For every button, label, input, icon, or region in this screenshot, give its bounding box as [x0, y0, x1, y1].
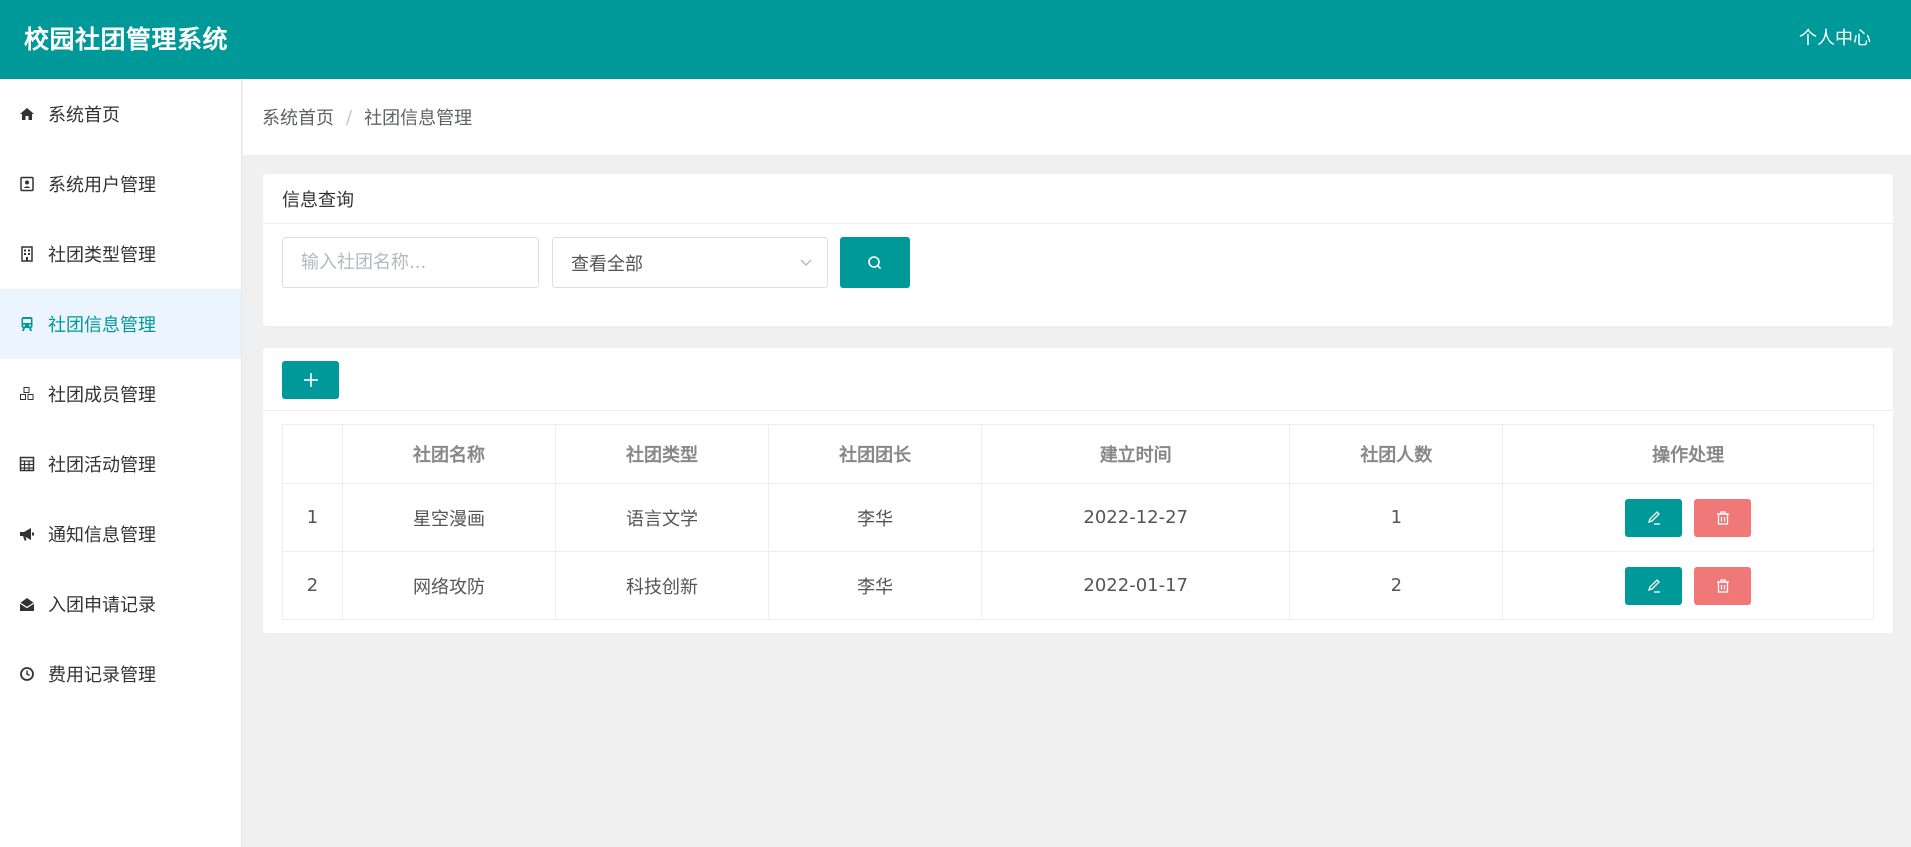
- chevron-down-icon: [800, 259, 812, 266]
- edit-icon: [1647, 578, 1660, 593]
- plus-icon: [303, 373, 318, 387]
- trash-icon: [1716, 510, 1729, 525]
- header-actions: 操作处理: [1502, 424, 1874, 484]
- cell-member-count: 2: [1289, 551, 1504, 620]
- breadcrumb-separator: /: [346, 106, 353, 128]
- trash-icon: [1716, 578, 1729, 593]
- search-card-title: 信息查询: [263, 174, 1893, 224]
- table-row: 2 网络攻防 科技创新 李华 2022-01-17 2: [282, 551, 1874, 620]
- sidebar-item-label: 社团活动管理: [48, 455, 156, 476]
- edit-button[interactable]: [1625, 498, 1683, 537]
- table-header-row: 社团名称 社团类型 社团团长 建立时间 社团人数 操作处理: [282, 424, 1874, 484]
- sidebar-item-label: 系统首页: [48, 105, 120, 126]
- sidebar-item-label: 系统用户管理: [48, 175, 156, 196]
- club-table: 社团名称 社团类型 社团团长 建立时间 社团人数 操作处理 1 星空漫画 语言文…: [282, 424, 1874, 620]
- header-member-count: 社团人数: [1289, 424, 1504, 484]
- table-card: 社团名称 社团类型 社团团长 建立时间 社团人数 操作处理 1 星空漫画 语言文…: [263, 348, 1893, 633]
- cell-club-type: 科技创新: [555, 551, 770, 620]
- select-value: 查看全部: [571, 253, 643, 275]
- cell-actions: [1502, 551, 1874, 620]
- add-club-button[interactable]: [282, 361, 339, 399]
- home-icon: [18, 105, 36, 123]
- cubes-icon: [18, 385, 36, 403]
- delete-button[interactable]: [1694, 566, 1752, 605]
- sidebar-item-label: 入团申请记录: [48, 595, 156, 616]
- cell-club-leader: 李华: [768, 483, 983, 552]
- cell-club-leader: 李华: [768, 551, 983, 620]
- clock-icon: [18, 665, 36, 683]
- cell-club-type: 语言文学: [555, 483, 770, 552]
- sidebar-item-fees[interactable]: 费用记录管理: [0, 639, 241, 709]
- cell-index: 1: [282, 483, 343, 552]
- header-index: [282, 424, 343, 484]
- cell-founded-date: 2022-12-27: [981, 483, 1291, 552]
- cell-club-name: 星空漫画: [341, 483, 557, 552]
- envelope-open-icon: [18, 595, 36, 613]
- sidebar-item-club-info[interactable]: 社团信息管理: [0, 289, 241, 359]
- table-row: 1 星空漫画 语言文学 李华 2022-12-27 1: [282, 483, 1874, 552]
- cell-club-name: 网络攻防: [341, 551, 557, 620]
- search-card: 信息查询 查看全部: [263, 174, 1893, 326]
- breadcrumb: 系统首页 / 社团信息管理: [243, 79, 1911, 155]
- header-club-leader: 社团团长: [768, 424, 983, 484]
- header-club-name: 社团名称: [341, 424, 557, 484]
- app-title: 校园社团管理系统: [24, 25, 229, 54]
- sidebar-item-label: 通知信息管理: [48, 525, 156, 546]
- club-type-select[interactable]: 查看全部: [552, 237, 828, 288]
- breadcrumb-current: 社团信息管理: [364, 108, 473, 129]
- search-icon: [868, 255, 882, 269]
- user-card-icon: [18, 175, 36, 193]
- cell-member-count: 1: [1289, 483, 1504, 552]
- cell-actions: [1502, 483, 1874, 552]
- bullhorn-icon: [18, 525, 36, 543]
- sidebar-item-label: 费用记录管理: [48, 665, 156, 686]
- building-icon: [18, 245, 36, 263]
- bus-icon: [18, 315, 36, 333]
- header-club-type: 社团类型: [555, 424, 770, 484]
- cell-founded-date: 2022-01-17: [981, 551, 1291, 620]
- edit-icon: [1647, 510, 1660, 525]
- header-founded-date: 建立时间: [981, 424, 1291, 484]
- sidebar-item-home[interactable]: 系统首页: [0, 79, 241, 149]
- divider: [263, 410, 1893, 411]
- sidebar-item-label: 社团类型管理: [48, 245, 156, 266]
- sidebar-item-users[interactable]: 系统用户管理: [0, 149, 241, 219]
- sidebar-item-label: 社团成员管理: [48, 385, 156, 406]
- sidebar-item-club-types[interactable]: 社团类型管理: [0, 219, 241, 289]
- breadcrumb-home[interactable]: 系统首页: [262, 104, 334, 130]
- sidebar-item-applications[interactable]: 入团申请记录: [0, 569, 241, 639]
- sidebar: 系统首页 系统用户管理 社团类型管理 社团信息管理 社团成员管理 社团活动管理: [0, 79, 242, 847]
- search-button[interactable]: [840, 237, 910, 288]
- club-name-search-input[interactable]: [282, 237, 539, 288]
- delete-button[interactable]: [1694, 498, 1752, 537]
- cell-index: 2: [282, 551, 343, 620]
- edit-button[interactable]: [1625, 566, 1683, 605]
- sidebar-item-club-members[interactable]: 社团成员管理: [0, 359, 241, 429]
- sidebar-item-notices[interactable]: 通知信息管理: [0, 499, 241, 569]
- top-header: 校园社团管理系统 个人中心: [0, 0, 1911, 79]
- sidebar-item-label: 社团信息管理: [48, 315, 156, 336]
- user-center-link[interactable]: 个人中心: [1799, 24, 1871, 50]
- sidebar-item-club-activities[interactable]: 社团活动管理: [0, 429, 241, 499]
- calculator-icon: [18, 455, 36, 473]
